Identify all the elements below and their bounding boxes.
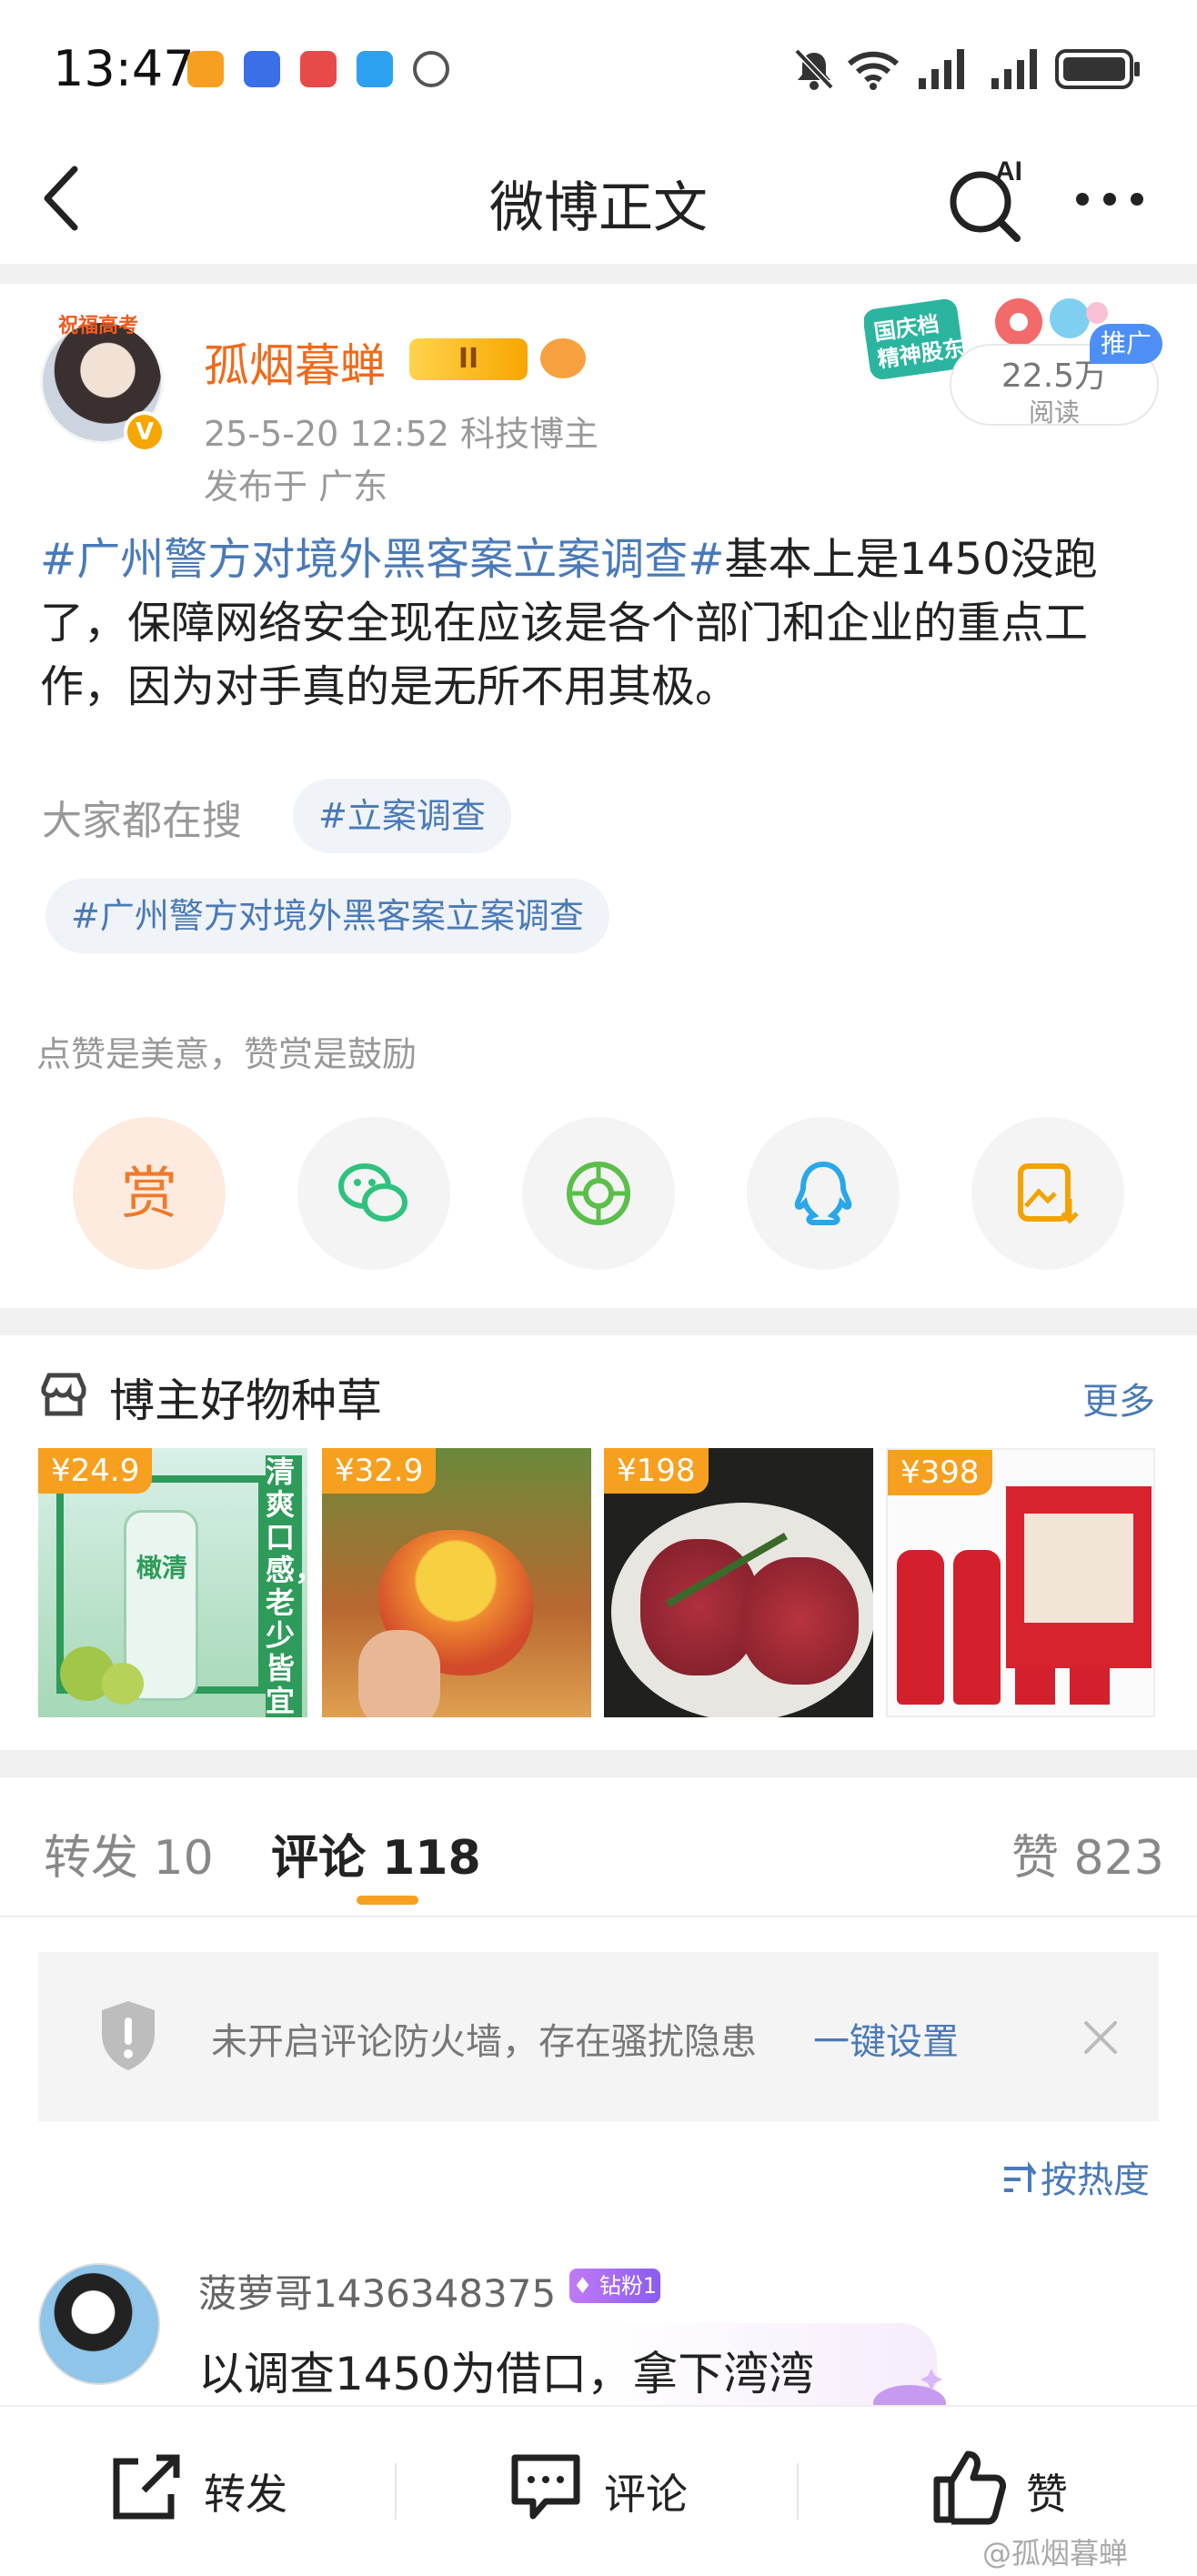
post-time-and-tag: 25-5-20 12:52 科技博主 (204, 414, 598, 454)
like-label: 赞 (1026, 2470, 1068, 2519)
close-icon[interactable] (1081, 2018, 1121, 2058)
watermark: @孤烟暮蝉 (982, 2536, 1129, 2571)
app-notification-icon (413, 51, 449, 87)
sort-label: 按热度 (1041, 2159, 1150, 2201)
trending-search-label: 大家都在搜 (42, 798, 242, 844)
wechat-icon (338, 1163, 407, 1222)
active-tab-indicator (357, 1896, 418, 1905)
sort-by-hot-button[interactable]: 按热度 (1001, 2150, 1150, 2203)
status-time: 13:47 (53, 40, 195, 97)
goods-more-link[interactable]: 更多 (1082, 1372, 1155, 1424)
firewall-warning: 未开启评论防火墙，存在骚扰隐患 (211, 2021, 757, 2063)
tab-comments[interactable]: 评论 118 (271, 1819, 481, 1887)
verified-badge-icon: V (124, 411, 166, 453)
save-image-icon (1018, 1163, 1079, 1224)
moments-icon (567, 1162, 630, 1225)
repost-label: 转发 (204, 2470, 287, 2519)
product-price: ¥198 (604, 1448, 709, 1494)
divider (0, 1750, 1197, 1777)
share-wechat-button[interactable] (297, 1117, 450, 1270)
message-notification-icon (357, 51, 393, 87)
product-slogan: 清爽口感，老少皆宜 (266, 1455, 307, 1717)
commenter-avatar[interactable] (38, 2263, 160, 2385)
divider (0, 1308, 1197, 1335)
post-hashtag-link[interactable]: #广州警方对境外黑客案立案调查# (40, 534, 724, 585)
status-bar: 13:47 (0, 0, 1197, 136)
level-badge[interactable]: II (409, 338, 528, 380)
product-price: ¥32.9 (322, 1448, 437, 1494)
product-price: ¥24.9 (38, 1448, 153, 1494)
tab-likes[interactable]: 赞 823 (1011, 1819, 1164, 1887)
bottom-action-bar: 转发 评论 赞 @孤烟暮蝉 (0, 2405, 1197, 2576)
comment-button[interactable]: 评论 (509, 2407, 746, 2571)
shop-icon (41, 1373, 86, 1416)
sparkle-icon (873, 2369, 946, 2409)
product-card[interactable]: 橄清 清爽口感，老少皆宜 ¥24.9 (38, 1448, 307, 1717)
repost-button[interactable]: 转发 (107, 2407, 344, 2571)
firewall-setup-link[interactable]: 一键设置 (813, 2012, 959, 2065)
level-text: II (458, 343, 479, 375)
more-options-icon[interactable] (1073, 186, 1146, 213)
qq-icon (794, 1161, 852, 1225)
mute-bell-icon (794, 48, 834, 90)
share-moments-button[interactable] (522, 1117, 675, 1270)
post-location: 发布于 广东 (204, 467, 388, 507)
reward-label: 赏 (120, 1160, 177, 1226)
trending-chip[interactable]: #广州警方对境外黑客案立案调查 (45, 879, 609, 953)
trending-chip[interactable]: #立案调查 (293, 779, 511, 853)
fan-club-icon[interactable] (540, 338, 586, 378)
product-card[interactable]: ¥398 (886, 1448, 1155, 1717)
signal-icon (991, 49, 1037, 89)
read-label: 阅读 (1028, 397, 1080, 428)
product-card[interactable]: ¥198 (604, 1448, 873, 1717)
product-bottle-label: 橄清 (136, 1553, 187, 1583)
divider (395, 2463, 397, 2520)
comment-label: 评论 (604, 2470, 688, 2519)
fan-badge-label: 钻粉1 (598, 2273, 658, 2299)
nav-bar: 微博正文 AI (0, 136, 1197, 264)
comment-icon (511, 2454, 580, 2520)
reward-button[interactable]: 赏 (73, 1117, 226, 1270)
avatar-ribbon: 祝福高考 (57, 315, 138, 337)
promote-button[interactable]: 推广 (1090, 324, 1162, 364)
praise-hint: 点赞是美意，赞赏是鼓励 (36, 1034, 417, 1074)
ai-search-icon[interactable]: AI (946, 155, 1028, 242)
comment-text: 以调查1450为借口，拿下湾湾 (198, 2348, 815, 2400)
thumbs-up-icon (933, 2450, 1006, 2525)
divider (0, 264, 1197, 284)
product-price: ¥398 (888, 1450, 992, 1495)
app-notification-icon (244, 51, 280, 87)
save-image-button[interactable] (971, 1117, 1124, 1270)
product-card[interactable]: ¥32.9 (322, 1448, 591, 1717)
fan-badge[interactable]: ♦ 钻粉1 (569, 2269, 660, 2303)
wifi-icon (847, 51, 900, 90)
sort-icon (1004, 2161, 1037, 2192)
app-notification-icon (187, 51, 224, 87)
shield-icon (102, 2001, 155, 2070)
signal-icon (919, 49, 964, 89)
repost-icon (113, 2454, 180, 2520)
author-name[interactable]: 孤烟暮蝉 (204, 329, 386, 395)
battery-icon (1055, 49, 1140, 89)
ai-label: AI (995, 156, 1022, 186)
goods-section-title: 博主好物种草 (109, 1374, 382, 1427)
tab-repost[interactable]: 转发 10 (44, 1819, 214, 1887)
divider (797, 2463, 799, 2520)
share-qq-button[interactable] (747, 1117, 900, 1270)
divider (0, 1916, 1197, 1917)
huawei-notification-icon (300, 51, 337, 87)
commenter-name[interactable]: 菠萝哥1436348375 (198, 2263, 556, 2319)
like-button[interactable]: 赞 (931, 2407, 1132, 2525)
comment-firewall-banner: 未开启评论防火墙，存在骚扰隐患 一键设置 (38, 1952, 1159, 2121)
post-body: #广州警方对境外黑客案立案调查#基本上是1450没跑了，保障网络安全现在应该是各… (40, 528, 1168, 719)
